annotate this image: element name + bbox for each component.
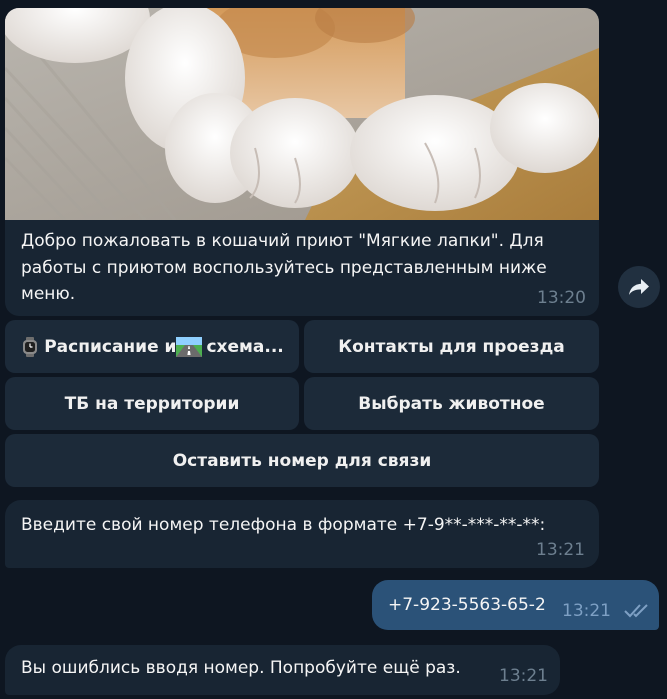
safety-rules-button[interactable]: ТБ на территории (5, 377, 299, 430)
welcome-text: Добро пожаловать в кошачий приют "Мягкие… (21, 231, 547, 304)
motorway-emoji-icon (176, 336, 203, 357)
schedule-label-part1: Расписание и (44, 336, 177, 357)
choose-animal-label: Выбрать животное (358, 393, 545, 414)
watch-emoji-icon (23, 336, 38, 357)
message-time: 13:20 (537, 288, 586, 308)
chat-history: Добро пожаловать в кошачий приют "Мягкие… (0, 0, 667, 699)
message-time: 13:21 (536, 540, 585, 560)
phone-prompt-message: Введите свой номер телефона в формате +7… (5, 500, 599, 568)
welcome-message: Добро пожаловать в кошачий приют "Мягкие… (5, 8, 599, 316)
contacts-button[interactable]: Контакты для проезда (304, 320, 599, 373)
message-time: 13:21 (562, 601, 611, 621)
choose-animal-button[interactable]: Выбрать животное (304, 377, 599, 430)
message-text: +7-923-5563-65-2 (388, 595, 546, 615)
leave-number-label: Оставить номер для связи (172, 450, 432, 471)
share-button[interactable] (618, 266, 660, 308)
message-time: 13:21 (499, 666, 548, 686)
leave-number-button[interactable]: Оставить номер для связи (5, 434, 599, 487)
safety-label: ТБ на территории (64, 393, 240, 414)
cat-paws-photo[interactable] (5, 8, 599, 220)
error-message: Вы ошиблись вводя номер. Попробуйте ещё … (5, 645, 560, 695)
schedule-label-part2: схема... (206, 336, 284, 357)
share-arrow-icon (629, 279, 649, 295)
message-text: Введите свой номер телефона в формате +7… (21, 515, 546, 535)
schedule-and-map-button[interactable]: Расписание и схема... (5, 320, 299, 373)
user-phone-message: +7-923-5563-65-2 13:21 (372, 580, 659, 630)
contacts-label: Контакты для проезда (338, 336, 565, 357)
double-check-icon (624, 604, 648, 618)
message-text: Вы ошиблись вводя номер. Попробуйте ещё … (21, 658, 461, 678)
